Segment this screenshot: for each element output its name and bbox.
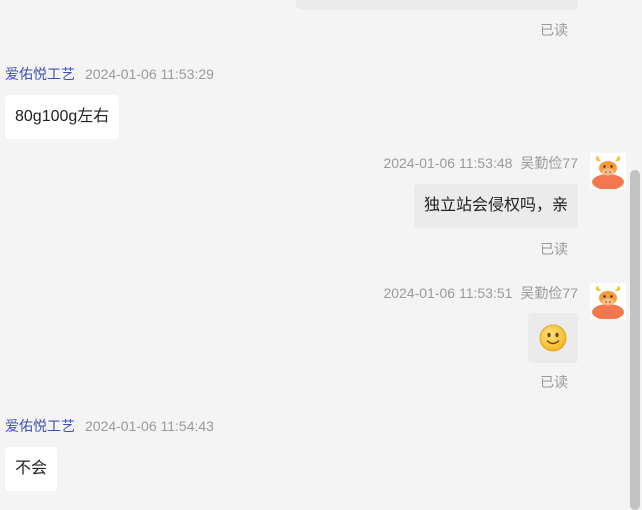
avatar[interactable] xyxy=(590,153,626,190)
incoming-message-bubble[interactable]: 不会 xyxy=(5,447,58,491)
scrollbar-thumb[interactable] xyxy=(630,170,640,510)
message-meta: 爱佑悦工艺 2024-01-06 11:53:29 xyxy=(5,64,214,84)
message-text: 80g100g左右 xyxy=(15,108,110,125)
sender-name[interactable]: 爱佑悦工艺 xyxy=(5,66,75,82)
slightly-smiling-face-icon xyxy=(539,324,567,352)
avatar[interactable] xyxy=(590,283,626,320)
message-meta: 爱佑悦工艺 2024-01-06 11:54:43 xyxy=(5,416,214,436)
sender-name[interactable]: 吴勤俭77 xyxy=(520,285,578,301)
message-meta: 2024-01-06 11:53:48 吴勤俭77 xyxy=(383,153,578,173)
read-receipt: 已读 xyxy=(540,22,568,38)
read-receipt: 已读 xyxy=(540,374,568,390)
outgoing-message-bubble[interactable] xyxy=(296,0,578,10)
chat-message-list: 已读 爱佑悦工艺 2024-01-06 11:53:29 80g100g左右 20… xyxy=(0,0,642,510)
message-time: 2024-01-06 11:53:29 xyxy=(85,66,214,82)
read-receipt: 已读 xyxy=(540,241,568,257)
message-time: 2024-01-06 11:53:48 xyxy=(383,155,513,171)
message-text: 独立站会侵权吗，亲 xyxy=(423,197,568,214)
message-text: 不会 xyxy=(15,460,48,477)
sender-name[interactable]: 爱佑悦工艺 xyxy=(5,418,75,434)
message-time: 2024-01-06 11:53:51 xyxy=(383,285,513,301)
outgoing-message-bubble[interactable]: 独立站会侵权吗，亲 xyxy=(413,184,578,228)
outgoing-message-bubble[interactable] xyxy=(528,313,578,363)
message-time: 2024-01-06 11:54:43 xyxy=(85,418,214,434)
message-meta: 2024-01-06 11:53:51 吴勤俭77 xyxy=(383,283,578,303)
cow-avatar-icon xyxy=(590,283,626,320)
incoming-message-bubble[interactable]: 80g100g左右 xyxy=(5,95,120,139)
sender-name[interactable]: 吴勤俭77 xyxy=(520,155,578,171)
cow-avatar-icon xyxy=(590,153,626,190)
